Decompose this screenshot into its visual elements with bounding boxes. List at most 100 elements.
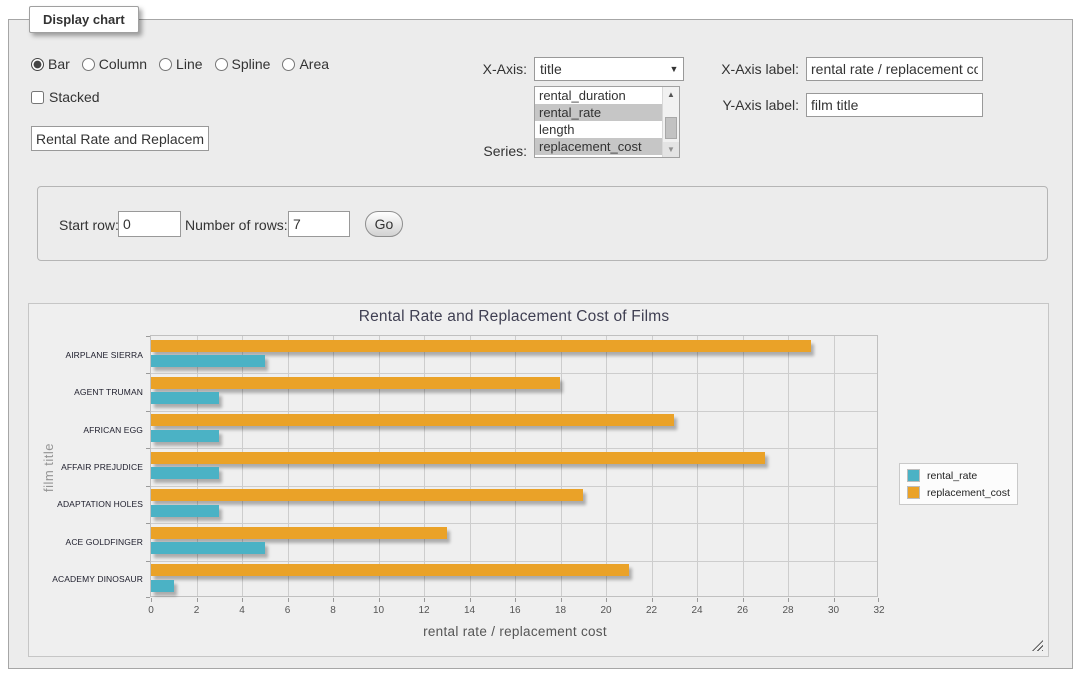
chevron-down-icon: ▼ [665, 64, 683, 74]
x-tick-label: 32 [867, 605, 891, 616]
x-axis-label-input[interactable] [806, 57, 983, 81]
stacked-checkbox-row[interactable]: Stacked [31, 89, 100, 105]
legend-item-replacement_cost: replacement_cost [905, 484, 1012, 501]
gridline-horizontal [151, 561, 877, 562]
series-option-rental_duration[interactable]: rental_duration [535, 87, 662, 104]
chart-legend: rental_rate replacement_cost [899, 463, 1018, 505]
chart-type-radio-label: Spline [232, 56, 271, 72]
category-label: AFFAIR PREJUDICE [35, 462, 143, 472]
chart-type-option-column[interactable]: Column [82, 56, 147, 72]
y-tick [146, 561, 150, 562]
series-option-replacement_cost[interactable]: replacement_cost [535, 138, 662, 155]
gridline-horizontal [151, 448, 877, 449]
x-tick [743, 598, 744, 602]
y-axis-label-input[interactable] [806, 93, 983, 117]
chart-type-radio-area[interactable] [282, 58, 295, 71]
x-tick-label: 4 [230, 605, 254, 616]
gridline-vertical [606, 336, 607, 596]
x-tick-label: 16 [503, 605, 527, 616]
x-tick [242, 598, 243, 602]
gridline-horizontal [151, 523, 877, 524]
chart-type-radio-column[interactable] [82, 58, 95, 71]
scroll-up-icon[interactable]: ▲ [663, 87, 679, 102]
gridline-vertical [242, 336, 243, 596]
series-multiselect[interactable]: rental_durationrental_ratelengthreplacem… [534, 86, 680, 158]
x-tick [470, 598, 471, 602]
category-label: ADAPTATION HOLES [35, 499, 143, 509]
rental_rate-bar [151, 542, 265, 554]
scroll-down-icon[interactable]: ▼ [663, 142, 679, 157]
chart-type-radio-line[interactable] [159, 58, 172, 71]
rows-form-panel: Start row: Number of rows: Go [37, 186, 1048, 261]
legend-swatch [907, 469, 920, 482]
x-tick [834, 598, 835, 602]
x-tick-label: 28 [776, 605, 800, 616]
x-tick-label: 26 [731, 605, 755, 616]
chart-type-radio-spline[interactable] [215, 58, 228, 71]
series-option-length[interactable]: length [535, 121, 662, 138]
y-tick [146, 336, 150, 337]
x-axis-select[interactable]: title ▼ [534, 57, 684, 81]
chart-title: Rental Rate and Replacement Cost of Film… [150, 308, 878, 326]
gridline-vertical [652, 336, 653, 596]
x-axis-label-field-label: X-Axis label: [704, 61, 799, 77]
x-tick-label: 2 [185, 605, 209, 616]
chart-title-input[interactable] [31, 126, 209, 151]
y-tick [146, 486, 150, 487]
category-label: AGENT TRUMAN [35, 387, 143, 397]
go-button[interactable]: Go [365, 211, 403, 237]
chart-type-radio-label: Bar [48, 56, 70, 72]
gridline-vertical [561, 336, 562, 596]
number-of-rows-label: Number of rows: [185, 217, 288, 233]
y-tick [146, 448, 150, 449]
chart-type-radio-group: Bar Column Line Spline Area [31, 56, 337, 72]
resize-handle-icon[interactable] [1032, 640, 1043, 651]
x-tick-label: 10 [367, 605, 391, 616]
x-tick-label: 0 [139, 605, 163, 616]
chart-type-radio-label: Area [299, 56, 329, 72]
chart-container: Rental Rate and Replacement Cost of Film… [28, 303, 1049, 657]
chart-type-radio-bar[interactable] [31, 58, 44, 71]
rental_rate-bar [151, 355, 265, 367]
y-tick [146, 411, 150, 412]
x-tick [424, 598, 425, 602]
x-tick [878, 598, 879, 602]
gridline-vertical [379, 336, 380, 596]
rental_rate-bar [151, 505, 219, 517]
y-tick [146, 373, 150, 374]
replacement_cost-bar [151, 489, 583, 501]
plot-area: rental rate / replacement cost film titl… [150, 335, 878, 597]
number-of-rows-input[interactable] [288, 211, 350, 237]
gridline-vertical [834, 336, 835, 596]
x-tick [561, 598, 562, 602]
replacement_cost-bar [151, 414, 674, 426]
x-axis-selected-value: title [535, 61, 665, 77]
start-row-input[interactable] [118, 211, 181, 237]
x-tick-label: 14 [458, 605, 482, 616]
chart-type-option-bar[interactable]: Bar [31, 56, 70, 72]
scrollbar-thumb[interactable] [665, 117, 677, 139]
gridline-vertical [288, 336, 289, 596]
stacked-label: Stacked [49, 89, 100, 105]
x-tick-label: 22 [640, 605, 664, 616]
chart-type-option-area[interactable]: Area [282, 56, 329, 72]
x-tick-label: 8 [321, 605, 345, 616]
start-row-label: Start row: [59, 217, 119, 233]
x-tick [379, 598, 380, 602]
legend-swatch [907, 486, 920, 499]
replacement_cost-bar [151, 340, 811, 352]
chart-type-option-spline[interactable]: Spline [215, 56, 271, 72]
legend-item-rental_rate: rental_rate [905, 467, 1012, 484]
chart-type-option-line[interactable]: Line [159, 56, 202, 72]
series-scrollbar[interactable]: ▲ ▼ [662, 87, 679, 157]
stacked-checkbox[interactable] [31, 91, 44, 104]
replacement_cost-bar [151, 452, 765, 464]
gridline-vertical [697, 336, 698, 596]
chart-type-radio-label: Column [99, 56, 147, 72]
category-label: ACADEMY DINOSAUR [35, 574, 143, 584]
x-tick [697, 598, 698, 602]
series-option-rental_rate[interactable]: rental_rate [535, 104, 662, 121]
x-tick [515, 598, 516, 602]
legend-label: rental_rate [927, 470, 977, 482]
gridline-vertical [333, 336, 334, 596]
